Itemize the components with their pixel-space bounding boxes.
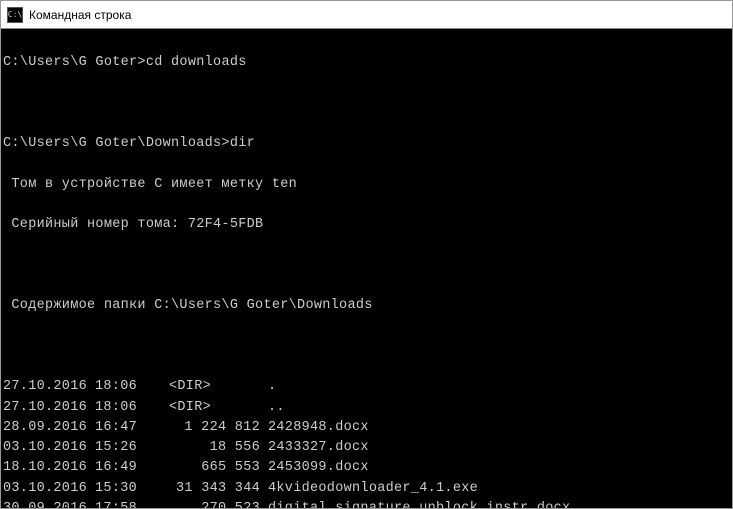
list-item: 27.10.201618:06<DIR>. <box>3 377 732 397</box>
file-time: 15:30 <box>95 479 153 499</box>
list-item: 27.10.201618:06<DIR>.. <box>3 398 732 418</box>
file-size: 270 523 <box>153 499 268 508</box>
file-date: 27.10.2016 <box>3 398 95 418</box>
file-listing: 27.10.201618:06<DIR>.27.10.201618:06<DIR… <box>3 377 732 508</box>
file-size: 31 343 344 <box>153 479 268 499</box>
list-item: 30.09.201617:58270 523digital_signature_… <box>3 499 732 508</box>
file-name: digital_signature_unblock_instr.docx <box>268 499 732 508</box>
window-title: Командная строка <box>29 8 131 22</box>
titlebar[interactable]: C:\ Командная строка <box>1 1 732 29</box>
prompt-line-1: C:\Users\G Goter>cd downloads <box>3 53 732 73</box>
serial-info: Серийный номер тома: 72F4-5FDB <box>3 215 732 235</box>
list-item: 03.10.201615:2618 5562433327.docx <box>3 438 732 458</box>
list-item: 03.10.201615:3031 343 3444kvideodownload… <box>3 479 732 499</box>
file-time: 18:06 <box>95 377 153 397</box>
volume-info: Том в устройстве C имеет метку ten <box>3 175 732 195</box>
file-date: 18.10.2016 <box>3 458 95 478</box>
blank-line <box>3 256 732 276</box>
dir-marker: <DIR> <box>153 398 268 418</box>
file-name: . <box>268 377 732 397</box>
cmd-icon: C:\ <box>7 7 23 23</box>
file-name: 2428948.docx <box>268 418 732 438</box>
file-size: 665 553 <box>153 458 268 478</box>
terminal-output[interactable]: C:\Users\G Goter>cd downloads C:\Users\G… <box>1 29 732 508</box>
contents-header: Содержимое папки C:\Users\G Goter\Downlo… <box>3 296 732 316</box>
file-size: 1 224 812 <box>153 418 268 438</box>
list-item: 28.09.201616:471 224 8122428948.docx <box>3 418 732 438</box>
file-date: 30.09.2016 <box>3 499 95 508</box>
file-date: 03.10.2016 <box>3 438 95 458</box>
file-time: 17:58 <box>95 499 153 508</box>
file-date: 03.10.2016 <box>3 479 95 499</box>
blank-line <box>3 94 732 114</box>
dir-marker: <DIR> <box>153 377 268 397</box>
file-name: 2453099.docx <box>268 458 732 478</box>
cmd-window: C:\ Командная строка C:\Users\G Goter>cd… <box>0 0 733 509</box>
file-time: 16:47 <box>95 418 153 438</box>
file-time: 18:06 <box>95 398 153 418</box>
file-date: 28.09.2016 <box>3 418 95 438</box>
file-time: 15:26 <box>95 438 153 458</box>
file-name: 4kvideodownloader_4.1.exe <box>268 479 732 499</box>
file-size: 18 556 <box>153 438 268 458</box>
list-item: 18.10.201616:49665 5532453099.docx <box>3 458 732 478</box>
file-name: .. <box>268 398 732 418</box>
file-time: 16:49 <box>95 458 153 478</box>
blank-line <box>3 337 732 357</box>
file-name: 2433327.docx <box>268 438 732 458</box>
file-date: 27.10.2016 <box>3 377 95 397</box>
prompt-line-2: C:\Users\G Goter\Downloads>dir <box>3 134 732 154</box>
